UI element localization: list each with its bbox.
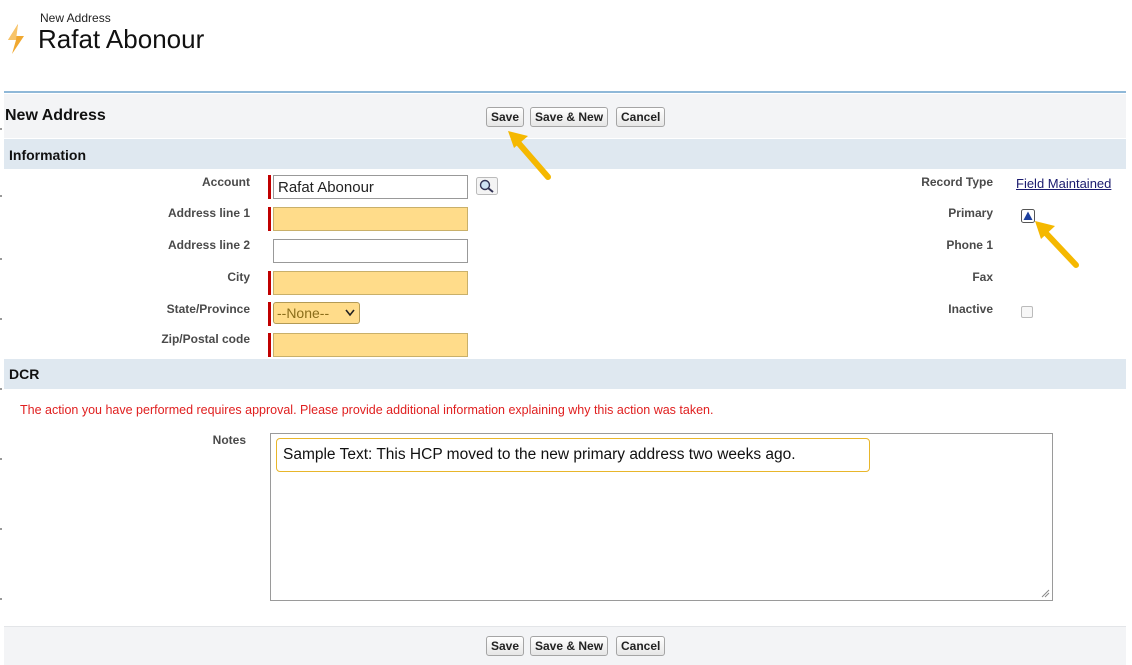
inactive-checkbox[interactable]: [1021, 306, 1033, 318]
notes-label: Notes: [212, 433, 246, 447]
account-label: Account: [202, 175, 250, 189]
edge-mark: [0, 528, 2, 530]
lookup-icon[interactable]: [476, 177, 498, 195]
dcr-section-title: DCR: [9, 366, 40, 382]
information-section-title: Information: [9, 147, 86, 163]
page-block-title: New Address: [5, 107, 106, 124]
breadcrumb: New Address: [40, 11, 111, 25]
sample-text-callout: Sample Text: This HCP moved to the new p…: [276, 438, 870, 472]
resize-handle-icon[interactable]: [1040, 588, 1050, 598]
required-indicator: [268, 175, 271, 199]
required-indicator: [268, 302, 271, 326]
zip-label: Zip/Postal code: [161, 332, 250, 346]
required-indicator: [268, 271, 271, 295]
city-label: City: [227, 270, 250, 284]
header-divider: [4, 91, 1126, 93]
account-input[interactable]: [273, 175, 468, 199]
state-province-select[interactable]: --None--: [273, 302, 360, 324]
zip-input[interactable]: [273, 333, 468, 357]
information-section-header: [4, 139, 1126, 169]
save-button-top[interactable]: Save: [486, 107, 525, 127]
state-province-label: State/Province: [166, 302, 250, 316]
fax-label: Fax: [972, 270, 993, 284]
phone-label: Phone 1: [946, 238, 993, 252]
city-input[interactable]: [273, 271, 468, 295]
edge-mark: [0, 258, 2, 260]
save-and-new-button-bottom[interactable]: Save & New: [530, 636, 609, 656]
dcr-section-header: [4, 359, 1126, 389]
edge-mark: [0, 458, 2, 460]
address-line-2-input[interactable]: [273, 239, 468, 263]
cancel-button-bottom[interactable]: Cancel: [616, 636, 666, 656]
save-button-bottom[interactable]: Save: [486, 636, 525, 656]
chevron-down-icon: [345, 309, 355, 317]
page-title: Rafat Abonour: [38, 24, 205, 54]
primary-label: Primary: [948, 206, 993, 220]
edge-mark: [0, 318, 2, 320]
address-line-1-input[interactable]: [273, 207, 468, 231]
address-line-2-label: Address line 2: [167, 238, 250, 252]
required-indicator: [268, 207, 271, 231]
edge-mark: [0, 388, 2, 390]
record-type-label: Record Type: [921, 175, 993, 189]
record-type-link[interactable]: Field Maintained: [1016, 176, 1111, 191]
app-logo-icon: [8, 24, 24, 54]
cancel-button-top[interactable]: Cancel: [616, 107, 666, 127]
approval-message: The action you have performed requires a…: [20, 403, 714, 417]
annotation-arrow-primary-icon: [1035, 221, 1079, 268]
address-line-1-label: Address line 1: [167, 206, 250, 220]
required-indicator: [268, 333, 271, 357]
edge-mark: [0, 598, 2, 600]
edge-mark: [0, 128, 2, 130]
annotation-arrow-save-icon: [508, 131, 551, 180]
edge-mark: [0, 195, 2, 197]
save-and-new-button-top[interactable]: Save & New: [530, 107, 609, 127]
inactive-label: Inactive: [948, 302, 993, 316]
state-province-value: --None--: [277, 305, 330, 321]
